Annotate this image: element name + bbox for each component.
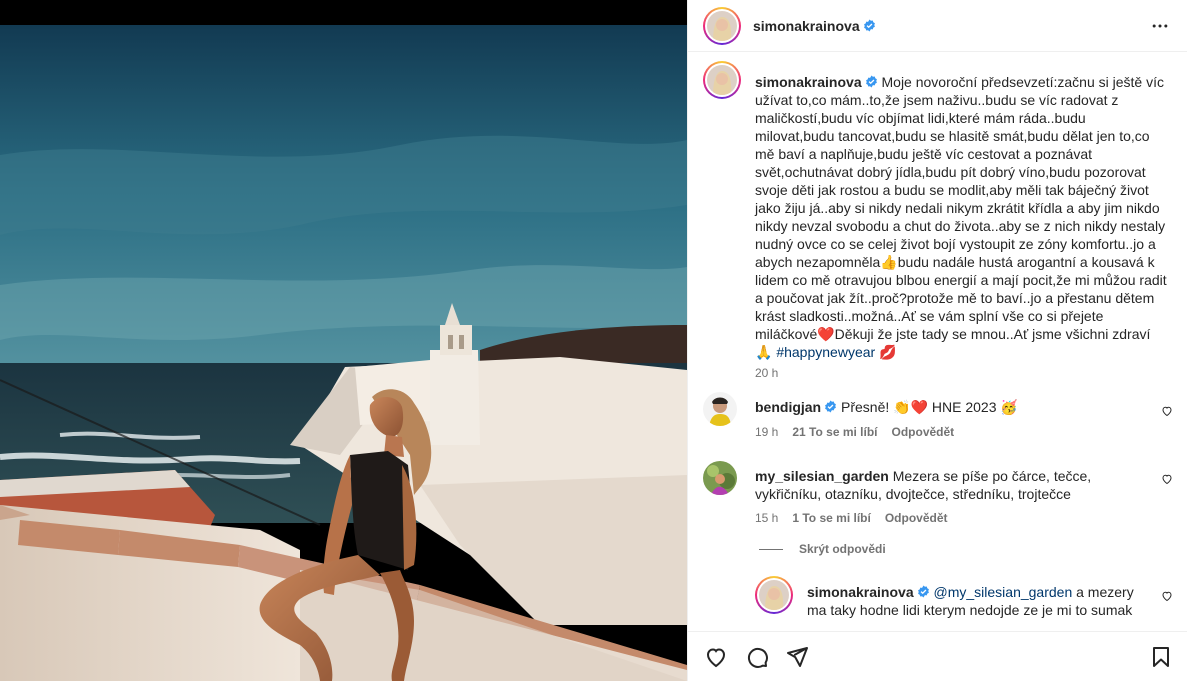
- author-avatar-ring[interactable]: [703, 6, 741, 45]
- hide-replies-label[interactable]: Skrýt odpovědi: [799, 542, 886, 556]
- caption-body: Moje novoroční předsevzetí:začnu si ješt…: [755, 74, 1167, 360]
- comment-meta: 19 h 21 To se mi líbí Odpovědět: [755, 425, 954, 439]
- hide-replies-line: [759, 548, 783, 550]
- caption-end-emoji: 💋: [879, 344, 897, 360]
- verified-badge-icon: [917, 585, 929, 598]
- comment-avatar[interactable]: [703, 392, 737, 426]
- comment-text-block: bendigjan Přesně! 👏❤️ HNE 2023 🥳: [755, 398, 1145, 416]
- comment-reply-button[interactable]: Odpovědět: [892, 425, 955, 439]
- author-avatar[interactable]: [707, 10, 737, 41]
- send-icon[interactable]: [785, 645, 809, 669]
- post-action-bar: [688, 631, 1187, 681]
- comment-username[interactable]: bendigjan: [755, 399, 821, 415]
- heart-icon[interactable]: [704, 645, 728, 669]
- photo-scene: [0, 25, 687, 681]
- caption-avatar[interactable]: [707, 65, 737, 95]
- comment-text-block: my_silesian_garden Mezera se píše po čár…: [755, 467, 1145, 503]
- verified-badge-icon: [865, 75, 877, 88]
- comment-body: Přesně! 👏❤️ HNE 2023 🥳: [841, 399, 1018, 415]
- comment-likes[interactable]: 1 To se mi líbí: [792, 511, 870, 525]
- verified-badge-icon: [825, 400, 837, 413]
- reply-text-block: simonakrainova @my_silesian_garden a mez…: [807, 583, 1145, 619]
- caption-hashtag[interactable]: #happynewyear: [776, 344, 875, 360]
- comment-avatar[interactable]: [703, 461, 737, 495]
- comment-like-heart-icon[interactable]: [1161, 405, 1173, 417]
- caption-avatar-ring[interactable]: [703, 61, 741, 99]
- comments-scroll-area[interactable]: simonakrainova Moje novoroční předsevzet…: [688, 53, 1187, 631]
- post-photo[interactable]: [0, 0, 687, 681]
- comment-reply-button[interactable]: Odpovědět: [885, 511, 948, 525]
- comment-time[interactable]: 15 h: [755, 511, 778, 525]
- post-header: simonakrainova: [688, 0, 1187, 52]
- bookmark-icon[interactable]: [1149, 645, 1173, 669]
- reply-avatar-ring[interactable]: [755, 576, 793, 614]
- more-horizontal-icon[interactable]: [1150, 16, 1170, 36]
- comment-like-heart-icon[interactable]: [1161, 473, 1173, 485]
- verified-badge-icon: [863, 19, 875, 32]
- reply-avatar[interactable]: [759, 580, 789, 610]
- comment-username[interactable]: my_silesian_garden: [755, 468, 889, 484]
- author-username[interactable]: simonakrainova: [753, 18, 860, 34]
- post-details-panel: simonakrainova simonakrainova Moje novor…: [687, 0, 1187, 681]
- comment-meta: 15 h 1 To se mi líbí Odpovědět: [755, 511, 948, 525]
- caption-timestamp[interactable]: 20 h: [755, 366, 778, 380]
- hide-replies-toggle[interactable]: Skrýt odpovědi: [759, 542, 886, 556]
- reply-like-heart-icon[interactable]: [1161, 590, 1173, 602]
- caption-username[interactable]: simonakrainova: [755, 74, 862, 90]
- reply-username[interactable]: simonakrainova: [807, 584, 914, 600]
- comment-icon[interactable]: [745, 645, 769, 669]
- reply-mention[interactable]: @my_silesian_garden: [934, 584, 1073, 600]
- caption-text-block: simonakrainova Moje novoroční předsevzet…: [755, 73, 1167, 361]
- comment-time[interactable]: 19 h: [755, 425, 778, 439]
- comment-likes[interactable]: 21 To se mi líbí: [792, 425, 877, 439]
